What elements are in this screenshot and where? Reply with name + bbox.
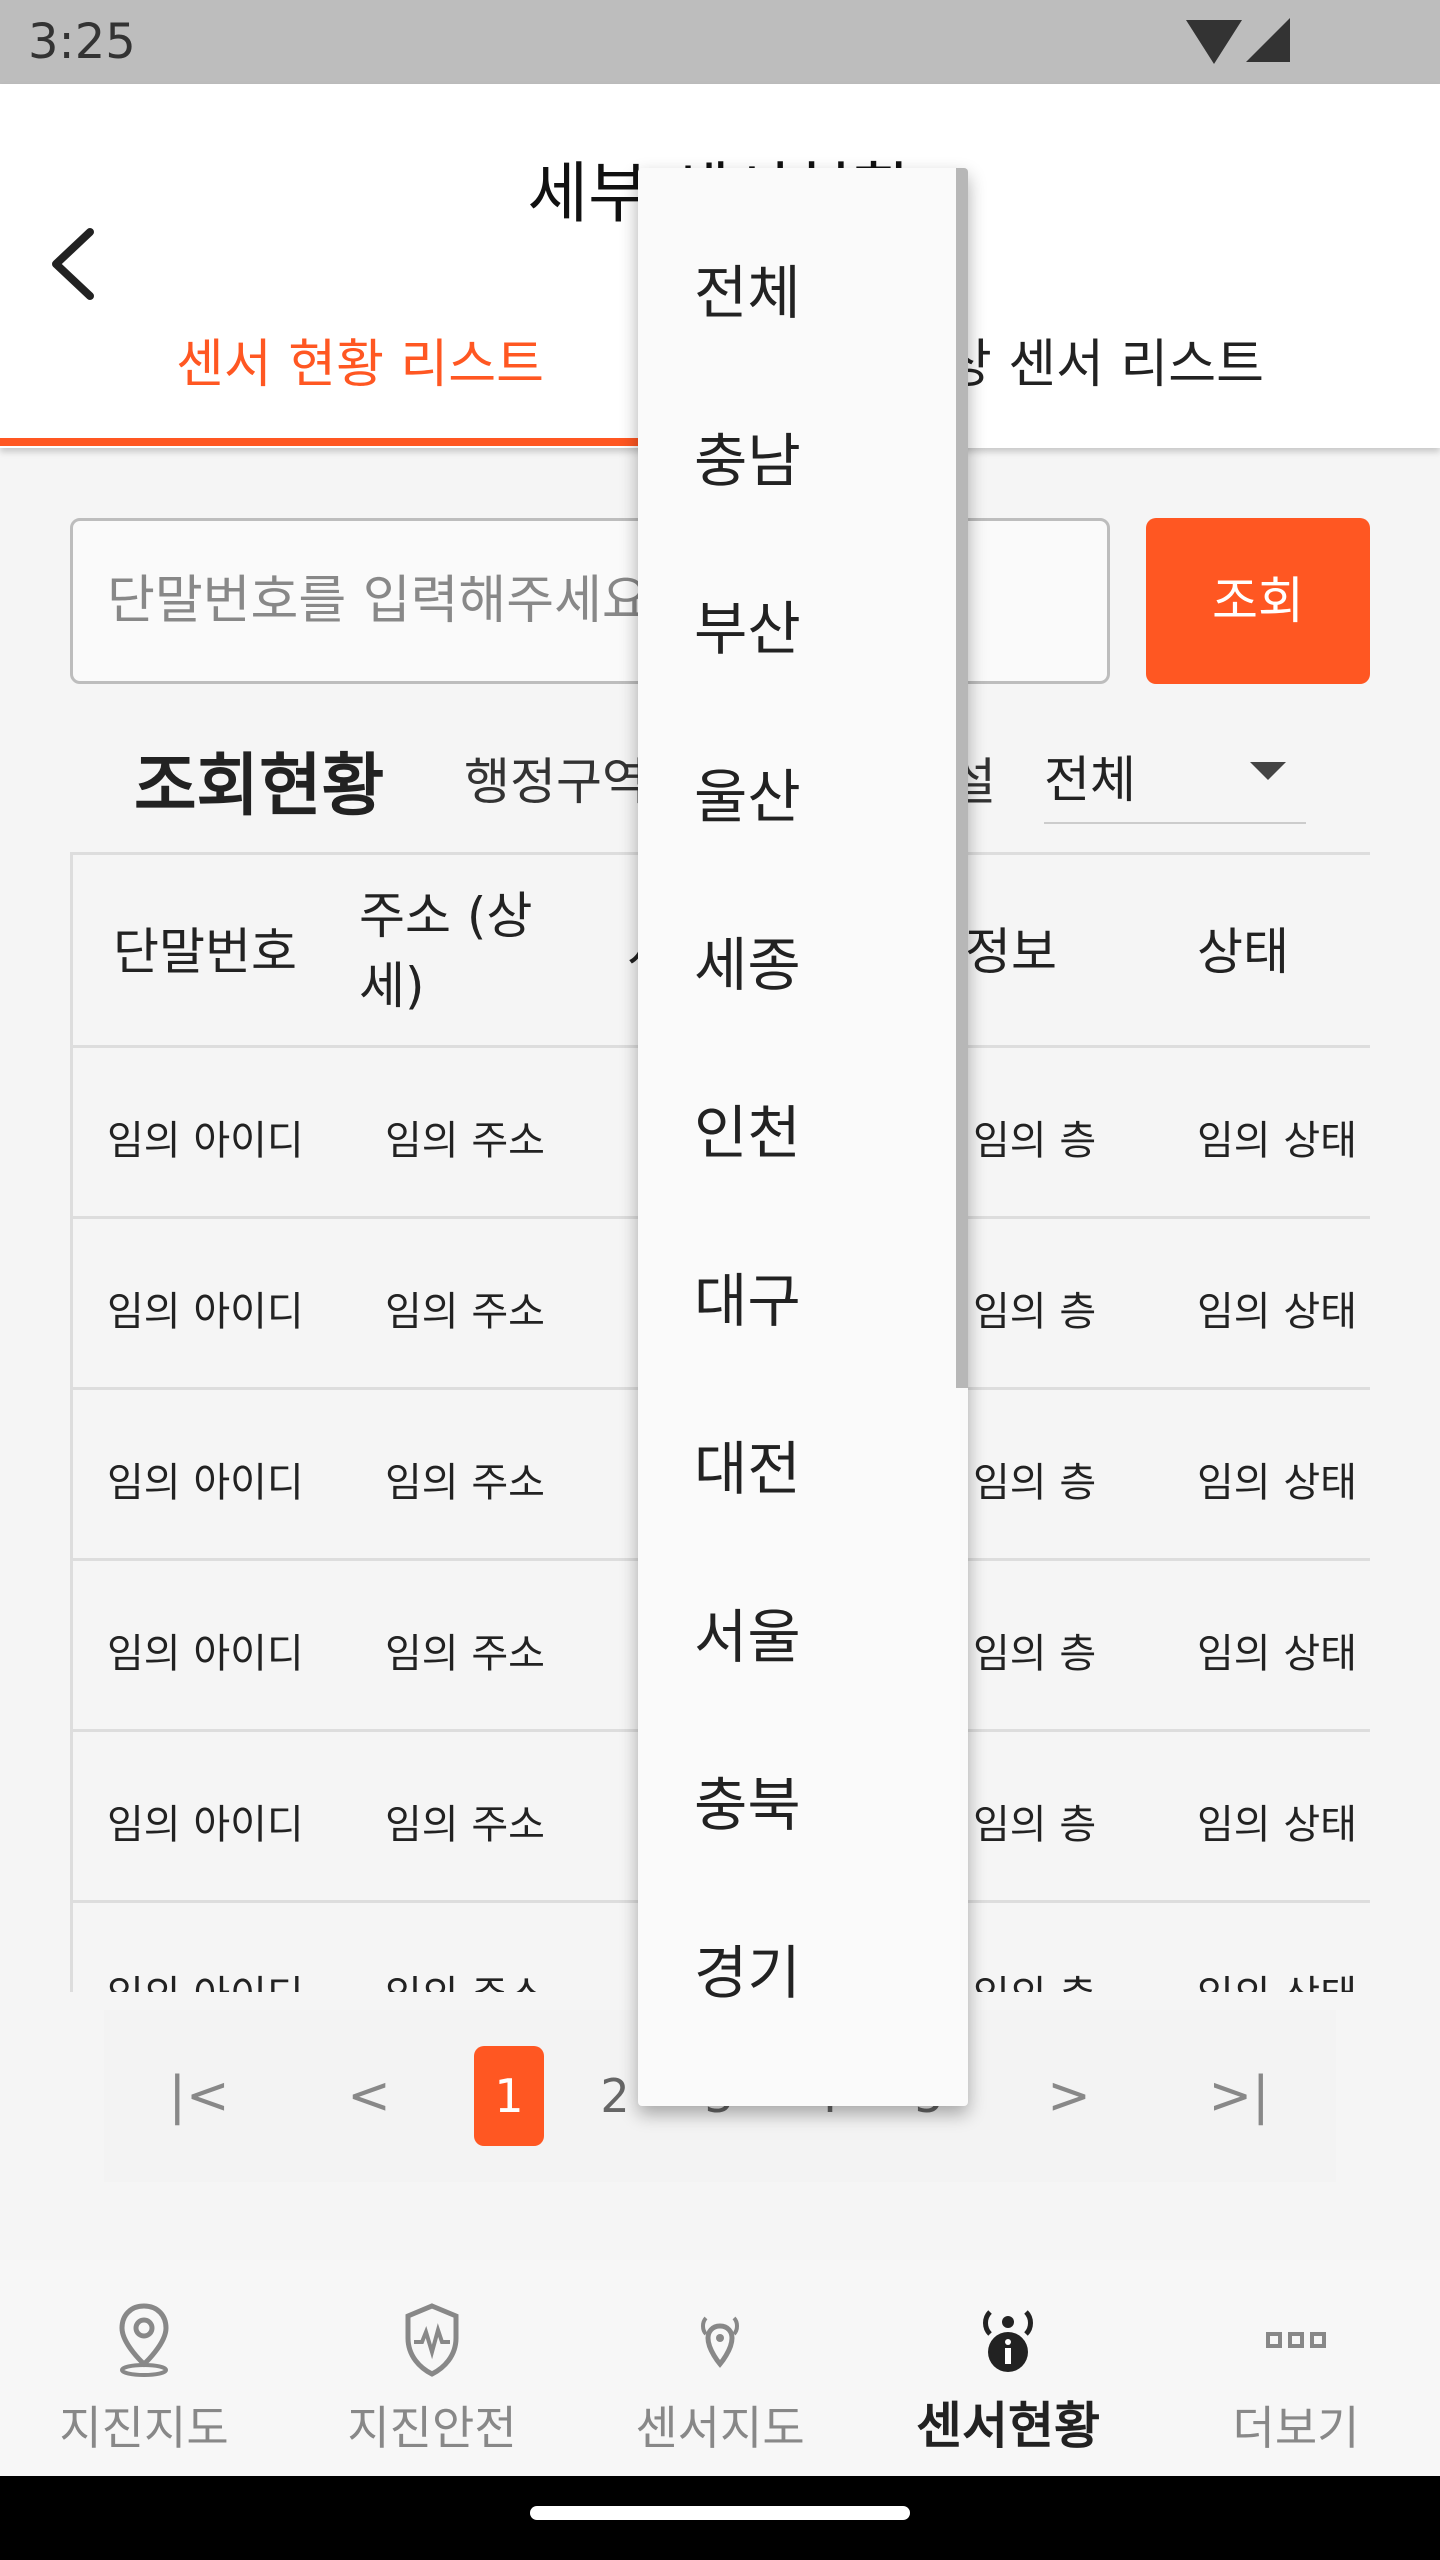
- table-cell: 임의 아이디: [107, 1963, 304, 1992]
- region-option[interactable]: 서울: [694, 1590, 801, 1674]
- region-option[interactable]: 세종: [694, 918, 801, 1002]
- table-cell: 임의 상태: [1197, 1289, 1357, 1335]
- table-cell: 임의 층: [973, 1631, 1097, 1677]
- col-status: 상태: [1197, 923, 1289, 981]
- table-cell: 임의 아이디: [107, 1802, 304, 1848]
- col-address: 주소 (상 세): [359, 881, 532, 1021]
- table-cell: 임의 아이디: [107, 1118, 304, 1164]
- table-cell: 임의 아이디: [107, 1460, 304, 1506]
- table-cell: 임의 상태: [1197, 1118, 1357, 1164]
- nav-more[interactable]: 더보기: [1152, 2260, 1440, 2476]
- more-icon: [1266, 2332, 1326, 2348]
- table-cell: 임의 주소: [385, 1631, 545, 1677]
- bottom-navigation: 지진지도 지진안전 센서지도 센서현황 더보기: [0, 2260, 1440, 2476]
- region-option[interactable]: 울산: [694, 750, 801, 834]
- region-option[interactable]: 부산: [694, 582, 801, 666]
- table-cell: 임의 주소: [385, 1289, 545, 1335]
- status-time: 3:25: [28, 14, 136, 70]
- map-pin-icon: [119, 2303, 169, 2377]
- table-cell: 임의 아이디: [107, 1631, 304, 1677]
- region-filter-label[interactable]: 행정구역: [464, 742, 648, 814]
- region-option[interactable]: 인천: [694, 1086, 801, 1170]
- nav-label: 센서현황: [916, 2397, 1100, 2455]
- wifi-icon: [1186, 20, 1242, 64]
- home-indicator[interactable]: [530, 2506, 910, 2520]
- table-cell: 임의 주소: [385, 1460, 545, 1506]
- table-cell: 임의 상태: [1197, 1802, 1357, 1848]
- dropdown-arrow-icon: [1250, 762, 1286, 780]
- back-arrow-icon[interactable]: [44, 224, 108, 304]
- last-page-icon[interactable]: >|: [1204, 2046, 1274, 2146]
- facility-select-value: 전체: [1044, 751, 1136, 809]
- table-cell: 임의 주소: [385, 1118, 545, 1164]
- table-cell: 임의 상태: [1197, 1963, 1357, 1992]
- table-cell: 임의 층: [973, 1118, 1097, 1164]
- table-cell: 임의 주소: [385, 1802, 545, 1848]
- nav-earthquake-map[interactable]: 지진지도: [0, 2260, 288, 2476]
- table-cell: 임의 층: [973, 1802, 1097, 1848]
- tab-sensor-list[interactable]: 센서 현황 리스트: [0, 322, 720, 397]
- tab-indicator: [0, 438, 720, 446]
- nav-sensor-status[interactable]: 센서현황: [864, 2260, 1152, 2476]
- nav-sensor-map[interactable]: 센서지도: [576, 2260, 864, 2476]
- page-1[interactable]: 1: [474, 2046, 544, 2146]
- query-status-heading: 조회현황: [134, 747, 385, 826]
- status-bar: 3:25: [0, 0, 1440, 84]
- table-cell: 임의 층: [973, 1460, 1097, 1506]
- sensor-pin-icon: [701, 2316, 739, 2368]
- shield-icon: [405, 2303, 459, 2377]
- prev-page-icon[interactable]: <: [334, 2046, 404, 2146]
- table-cell: 임의 층: [973, 1963, 1096, 1992]
- region-option[interactable]: 전체: [694, 246, 801, 330]
- dropdown-scrollbar[interactable]: [956, 168, 968, 1388]
- region-option[interactable]: 충북: [694, 1758, 801, 1842]
- system-navigation-bar: [0, 2476, 1440, 2560]
- region-option[interactable]: 경기: [694, 1926, 801, 2010]
- table-cell: 임의 층: [973, 1289, 1097, 1335]
- col-address-line1: 주소 (상: [359, 887, 533, 945]
- nav-earthquake-safety[interactable]: 지진안전: [288, 2260, 576, 2476]
- table-cell: 임의 주소: [385, 1963, 545, 1992]
- nav-label: 지진안전: [347, 2401, 517, 2455]
- region-option[interactable]: 충남: [694, 414, 801, 498]
- col-address-line2: 세): [359, 957, 425, 1015]
- nav-label: 센서지도: [635, 2401, 805, 2455]
- search-button[interactable]: 조회: [1146, 518, 1370, 684]
- region-dropdown-menu: 전체충남부산울산세종인천대구대전서울충북경기: [638, 168, 968, 2106]
- sensor-info-icon: [983, 2310, 1033, 2372]
- table-cell: 임의 아이디: [107, 1289, 304, 1335]
- table-cell: 임의 상태: [1197, 1460, 1357, 1506]
- nav-label: 더보기: [1232, 2401, 1360, 2455]
- region-option[interactable]: 대구: [694, 1254, 801, 1338]
- table-cell: 임의 상태: [1197, 1631, 1357, 1677]
- facility-select[interactable]: 전체: [1044, 730, 1306, 824]
- region-option[interactable]: 대전: [694, 1422, 801, 1506]
- nav-label: 지진지도: [59, 2401, 229, 2455]
- next-page-icon[interactable]: >: [1034, 2046, 1104, 2146]
- first-page-icon[interactable]: |<: [164, 2046, 234, 2146]
- signal-icon: [1246, 18, 1290, 62]
- col-floor: 정보: [965, 923, 1057, 981]
- col-terminal-number: 단말번호: [113, 923, 297, 981]
